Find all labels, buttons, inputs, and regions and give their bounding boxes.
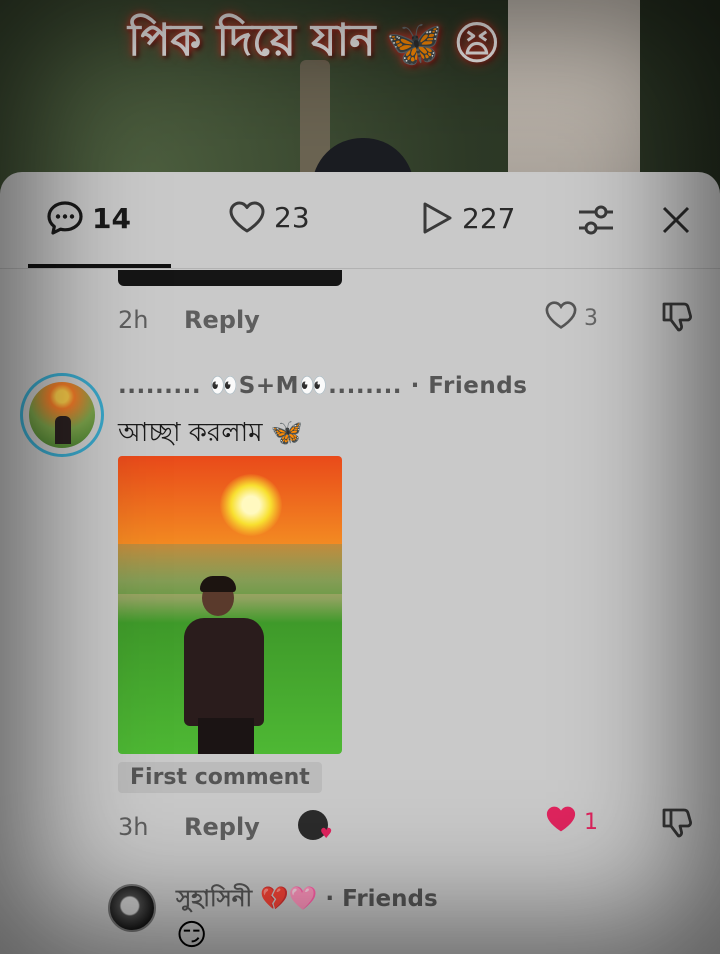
sliders-icon (576, 202, 616, 238)
video-caption: পিক দিয়ে যান 🦋 😫 (128, 8, 501, 78)
close-icon (660, 204, 692, 236)
comment-username[interactable]: ......... 👀S+M👀........ · Friends (118, 372, 527, 399)
close-button[interactable] (660, 204, 692, 236)
heart-outline-icon (544, 300, 578, 336)
comment-text: আচ্ছা করলাম 🦋 (118, 418, 304, 448)
man-legs (198, 718, 254, 754)
reply-button[interactable]: Reply (184, 813, 260, 841)
commenter-avatar[interactable] (20, 373, 104, 457)
pillar (508, 0, 640, 185)
thumbs-down-icon (660, 808, 694, 844)
man-body (184, 618, 264, 726)
play-outline-icon (420, 200, 454, 236)
filter-button[interactable] (576, 202, 616, 238)
previous-reply-button[interactable]: Reply (184, 306, 260, 334)
previous-like-count: 3 (584, 305, 598, 331)
creator-heart-icon: ♥ (320, 826, 333, 842)
username-text[interactable]: ......... 👀S+M👀........ (118, 373, 402, 399)
reply-comment-text: 😏 (176, 918, 208, 953)
tab-views[interactable]: 227 (420, 200, 515, 236)
friends-label: · Friends (410, 373, 528, 399)
tired-face-emoji: 😫 (452, 16, 501, 70)
man-hair (200, 576, 236, 592)
comment-time: 3h (118, 813, 149, 841)
butterfly-emoji: 🦋 (385, 15, 443, 70)
previous-dislike-button[interactable] (660, 300, 694, 338)
comment-like-button[interactable]: 1 (544, 804, 598, 840)
first-comment-badge: First comment (118, 762, 322, 793)
comment-photo[interactable] (118, 456, 342, 754)
reply-friends-label: · Friends (325, 886, 438, 912)
previous-like-button[interactable]: 3 (544, 300, 598, 336)
views-count: 227 (462, 201, 516, 235)
reply-commenter-avatar[interactable] (108, 884, 156, 932)
comments-count: 14 (92, 201, 131, 235)
sheet-tabs: 14 23 227 (0, 172, 720, 268)
thumbs-down-icon (660, 302, 694, 338)
caption-text: পিক দিয়ে যান (128, 14, 376, 66)
previous-comment-media-edge (118, 270, 342, 286)
comment-like-count: 1 (584, 809, 598, 835)
avatar-image (29, 382, 95, 448)
comments-sheet: 14 23 227 2h Reply 3 ......... 👀S+M👀....… (0, 172, 720, 954)
comment-meta: 3h Reply (118, 813, 260, 841)
comment-dislike-button[interactable] (660, 806, 694, 844)
reply-username[interactable]: সুহাসিনী 💔🩷 · Friends (176, 880, 438, 919)
tab-comments[interactable]: 14 (46, 200, 131, 236)
heart-outline-icon (228, 200, 266, 234)
previous-comment-time: 2h (118, 306, 149, 334)
likes-count: 23 (274, 200, 310, 234)
sun (220, 474, 282, 536)
reply-username-text[interactable]: সুহাসিনী 💔🩷 (176, 886, 317, 912)
tabs-divider (0, 268, 720, 269)
previous-comment-meta: 2h Reply (118, 306, 260, 334)
tab-likes[interactable]: 23 (228, 200, 310, 234)
heart-filled-icon (544, 804, 578, 840)
comment-bubble-icon (46, 200, 84, 236)
